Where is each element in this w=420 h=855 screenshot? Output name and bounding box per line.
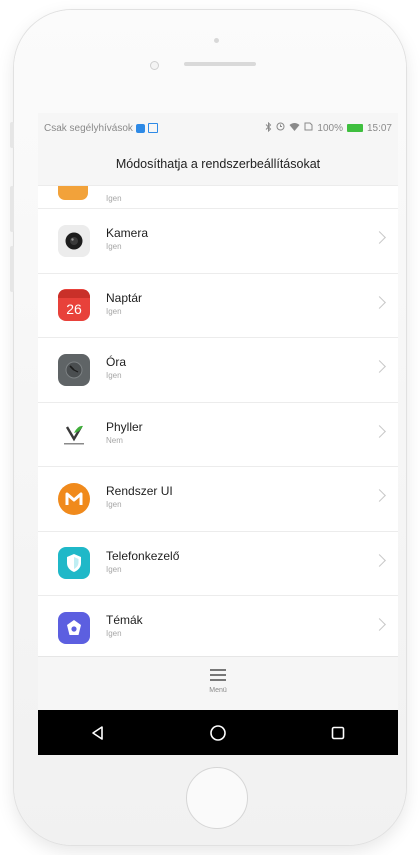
themes-icon — [58, 611, 90, 644]
chevron-right-icon — [373, 618, 386, 631]
bluetooth-icon — [265, 121, 272, 135]
notification-outline-icon — [147, 123, 158, 133]
app-permission-status: Igen — [106, 242, 122, 251]
chevron-right-icon — [373, 295, 386, 309]
chevron-right-icon — [373, 489, 386, 502]
alarm-icon — [276, 122, 285, 134]
menu-label[interactable]: Menü — [209, 687, 227, 694]
earpiece-speaker — [184, 62, 256, 66]
app-name: Phyller — [106, 419, 143, 434]
volume-down-button — [10, 246, 14, 292]
app-list: Igen Kamera Igen 26 Naptár Igen Óra Igen… — [38, 186, 398, 656]
phyller-icon — [58, 418, 90, 451]
app-name: Telefonkezelő — [106, 548, 180, 563]
sim-icon — [304, 122, 313, 134]
chevron-right-icon — [373, 553, 386, 567]
carrier-text: Csak segélyhívások — [44, 122, 133, 134]
calendar-icon: 26 — [58, 289, 90, 322]
recents-button[interactable] — [318, 718, 358, 748]
menu-icon[interactable] — [210, 669, 226, 681]
bottom-menu-bar: Menü — [38, 656, 398, 711]
wifi-icon — [289, 122, 300, 134]
system-ui-icon — [58, 482, 90, 515]
volume-up-button — [10, 186, 14, 232]
back-triangle-icon — [92, 725, 103, 740]
list-item-naptar[interactable]: 26 Naptár Igen — [38, 274, 398, 338]
app-name: Témák — [106, 613, 143, 627]
app-name: Rendszer UI — [106, 484, 173, 498]
list-item-ora[interactable]: Óra Igen — [38, 338, 398, 403]
page-title-bar: Módosíthatja a rendszerbeállításokat — [38, 143, 398, 186]
app-permission-status: Igen — [106, 371, 122, 380]
list-item-phyller[interactable]: Phyller Nem — [38, 403, 398, 467]
battery-percent: 100% — [317, 122, 343, 134]
list-item-kamera[interactable]: Kamera Igen — [38, 209, 398, 274]
phone-screen: Csak segélyhívások 100% 15:07 Módosíthat… — [38, 113, 398, 755]
app-permission-status: Nem — [106, 435, 123, 445]
front-camera — [214, 38, 219, 43]
app-permission-status: Igen — [106, 500, 122, 509]
home-circle-icon — [210, 724, 226, 741]
android-navigation-bar — [38, 710, 398, 755]
mute-switch — [10, 122, 14, 148]
chevron-right-icon — [373, 231, 386, 244]
app-permission-status: Igen — [106, 564, 122, 574]
page-title: Módosíthatja a rendszerbeállításokat — [115, 157, 321, 171]
status-bar: Csak segélyhívások 100% 15:07 — [38, 113, 398, 143]
app-name: Kamera — [106, 226, 149, 240]
list-item-rendszer-ui[interactable]: Rendszer UI Igen — [38, 467, 398, 532]
list-item-telefonkezelo[interactable]: Telefonkezelő Igen — [38, 532, 398, 596]
clock-icon — [58, 353, 90, 386]
app-name: Óra — [106, 355, 127, 369]
chevron-right-icon — [373, 424, 386, 438]
calendar-day: 26 — [66, 301, 82, 318]
app-permission-status: Igen — [106, 629, 122, 638]
recents-square-icon — [331, 726, 345, 739]
notification-icon — [135, 123, 145, 133]
app-icon-partial — [58, 186, 88, 200]
app-permission-status: Igen — [106, 306, 122, 316]
list-item-partial[interactable]: Igen — [38, 186, 398, 209]
battery-icon — [346, 124, 363, 132]
camera-icon — [58, 224, 90, 257]
back-button[interactable] — [78, 718, 118, 748]
app-name: Naptár — [106, 290, 143, 305]
list-item-temak[interactable]: Témák Igen — [38, 596, 398, 656]
proximity-sensor — [150, 61, 159, 70]
phone-manager-shield-icon — [58, 547, 90, 580]
chevron-right-icon — [373, 360, 386, 373]
app-permission-status: Igen — [106, 194, 122, 203]
physical-home-button[interactable] — [186, 767, 248, 829]
clock-time: 15:07 — [366, 122, 392, 134]
home-nav-button[interactable] — [198, 718, 238, 748]
